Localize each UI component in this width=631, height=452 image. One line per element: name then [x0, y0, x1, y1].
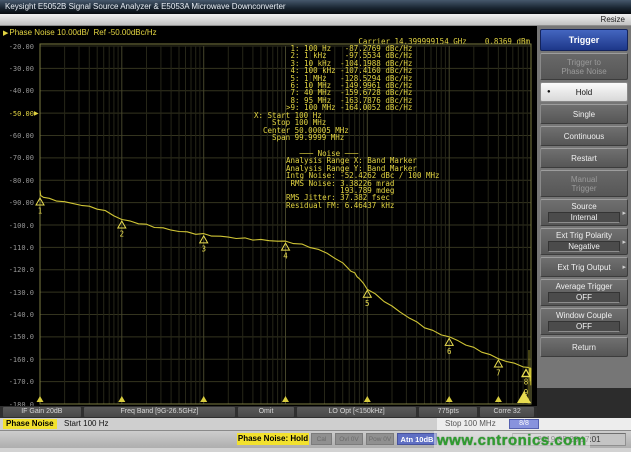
status-segment: LO Opt [<150kHz]: [297, 407, 417, 417]
y-axis-tick: -120.0: [2, 266, 34, 274]
y-axis-tick: -100.0: [2, 222, 34, 230]
sidebar-button-single[interactable]: Single: [540, 104, 628, 124]
start-frequency-label: Start 100 Hz: [64, 419, 108, 429]
y-axis-tick: -20.00: [2, 43, 34, 51]
sidebar-button-value: Negative: [548, 241, 620, 252]
svg-text:2: 2: [120, 230, 125, 239]
svg-text:7: 7: [496, 369, 501, 378]
sidebar-button-manual: ManualTrigger: [540, 170, 628, 197]
phase-noise-plot: 1 2 3 4 5 6 7 89: [0, 26, 537, 406]
window-title: Keysight E5052B Signal Source Analyzer &…: [5, 2, 286, 11]
status-chip-pow-0v: Pow 0V: [366, 433, 394, 445]
status-segment: Corre 32: [480, 407, 534, 417]
status-segment: 775pts: [419, 407, 477, 417]
status-chip-phase-noise-hold[interactable]: Phase Noise: Hold: [237, 433, 309, 445]
window-frame-bottom: [0, 448, 631, 452]
sidebar-button-average-trigger[interactable]: Average TriggerOFF: [540, 279, 628, 306]
sidebar-button-label: Ext Trig Output: [541, 263, 627, 272]
status-chip-ovl-0v: Ovl 0V: [335, 433, 363, 445]
svg-text:5: 5: [365, 299, 370, 308]
carrier-power: 0.8369 dBm: [485, 37, 530, 46]
y-axis-tick: -70.00: [2, 154, 34, 162]
svg-text:6: 6: [447, 347, 452, 356]
sidebar-button-trigger-to: Trigger toPhase Noise: [540, 53, 628, 80]
sidebar-button-ext-trig-polarity[interactable]: Ext Trig PolarityNegative▸: [540, 228, 628, 255]
sidebar-button-label: Window Couple: [541, 311, 627, 320]
trace-header: ▶Phase Noise 10.00dB/ Ref -50.00dBc/Hz: [3, 28, 157, 37]
window-menu-bar: Resize: [0, 14, 631, 26]
sidebar-button-window-couple[interactable]: Window CoupleOFF: [540, 308, 628, 335]
sidebar-button-label: Source: [541, 202, 627, 211]
stop-frequency-label: Stop 100 MHz: [445, 419, 496, 429]
y-axis-tick: -140.0: [2, 311, 34, 319]
sidebar-button-label: Single: [541, 110, 627, 119]
active-trace-chip[interactable]: Phase Noise: [3, 419, 57, 429]
sidebar-button-label: Restart: [541, 154, 627, 163]
sidebar-button-label: Return: [541, 343, 627, 352]
sidebar-button-label: Hold: [541, 88, 627, 97]
noise-analysis-info: ─── Noise ─── Analysis Range X: Band Mar…: [286, 150, 440, 209]
svg-text:8: 8: [524, 378, 529, 387]
svg-text:1: 1: [38, 207, 43, 216]
sidebar-button-label: Trigger: [541, 184, 627, 193]
status-chip-cal: Cal: [311, 433, 332, 445]
selected-bullet-icon: ●: [547, 89, 551, 95]
x-axis-info: X: Start 100 Hz Stop 100 MHz Center 50.0…: [254, 112, 349, 142]
trace-status-strip: Stop 100 MHz 8/8 Phase Noise Start 100 H…: [0, 418, 631, 430]
y-axis-tick: -50.00: [2, 110, 34, 118]
sidebar-button-label: Manual: [541, 175, 627, 184]
svg-text:4: 4: [283, 252, 288, 261]
status-segment: IF Gain 20dB: [3, 407, 81, 417]
sidebar-button-label: Trigger to: [541, 58, 627, 67]
status-chip-atn-10db[interactable]: Atn 10dB: [397, 433, 437, 445]
softkey-menu: Trigger Trigger toPhase NoiseHold●Single…: [537, 26, 631, 418]
y-axis-tick: -110.0: [2, 244, 34, 252]
submenu-arrow-icon: ▸: [622, 238, 626, 246]
menu-title: Trigger: [540, 29, 628, 51]
sidebar-button-value: Internal: [548, 212, 620, 223]
sidebar-button-label: Phase Noise: [541, 67, 627, 76]
sidebar-button-continuous[interactable]: Continuous: [540, 126, 628, 146]
sidebar-button-value: OFF: [548, 321, 620, 332]
trace-status-right: Stop 100 MHz 8/8: [437, 418, 631, 430]
sidebar-button-hold[interactable]: Hold●: [540, 82, 628, 102]
ref-level-arrow-icon: ▶: [34, 110, 39, 117]
status-segment: Freq Band [9G-26.5GHz]: [84, 407, 235, 417]
sidebar-button-value: OFF: [548, 292, 620, 303]
status-segment: Omit: [238, 407, 294, 417]
menu-filler: [537, 388, 631, 418]
window-title-bar[interactable]: Keysight E5052B Signal Source Analyzer &…: [0, 0, 631, 14]
sidebar-button-restart[interactable]: Restart: [540, 148, 628, 168]
resize-button[interactable]: Resize: [601, 15, 625, 24]
trace-scale: 10.00dB/: [57, 28, 89, 37]
marker-table: 1: 100 Hz -87.2769 dBc/Hz 2: 1 kHz -97.5…: [286, 45, 412, 112]
trace-ref: Ref -50.00dBc/Hz: [93, 28, 156, 37]
submenu-arrow-icon: ▸: [622, 263, 626, 271]
y-axis-tick: -30.00: [2, 65, 34, 73]
y-axis-tick: -130.0: [2, 289, 34, 297]
app-window: { "window": { "title": "Keysight E5052B …: [0, 0, 631, 452]
instrument-screen: ▶Phase Noise 10.00dB/ Ref -50.00dBc/Hz C…: [0, 26, 537, 406]
y-axis-tick: -40.00: [2, 87, 34, 95]
svg-text:9: 9: [524, 388, 529, 397]
y-axis-tick: -160.0: [2, 356, 34, 364]
y-axis-tick: -60.00: [2, 132, 34, 140]
y-axis-tick: -90.00: [2, 199, 34, 207]
svg-text:3: 3: [201, 244, 206, 253]
measurement-status-strip: IF Gain 20dBFreq Band [9G-26.5GHz]OmitLO…: [0, 406, 537, 418]
sidebar-button-label: Continuous: [541, 132, 627, 141]
sidebar-button-ext-trig-output[interactable]: Ext Trig Output▸: [540, 257, 628, 277]
marker-count-badge: 8/8: [509, 419, 539, 429]
trace-label: Phase Noise: [9, 28, 54, 37]
sidebar-button-return[interactable]: Return: [540, 337, 628, 357]
submenu-arrow-icon: ▸: [622, 209, 626, 217]
y-axis-tick: -170.0: [2, 378, 34, 386]
sidebar-button-source[interactable]: SourceInternal▸: [540, 199, 628, 226]
sidebar-button-label: Ext Trig Polarity: [541, 231, 627, 240]
y-axis-tick: -150.0: [2, 333, 34, 341]
y-axis-tick: -80.00: [2, 177, 34, 185]
system-status-bar: 2019-05-28 17:01 Phase Noise: HoldCalOvl…: [0, 430, 631, 448]
trace-arrow-icon: ▶: [3, 30, 8, 37]
sidebar-button-label: Average Trigger: [541, 282, 627, 291]
